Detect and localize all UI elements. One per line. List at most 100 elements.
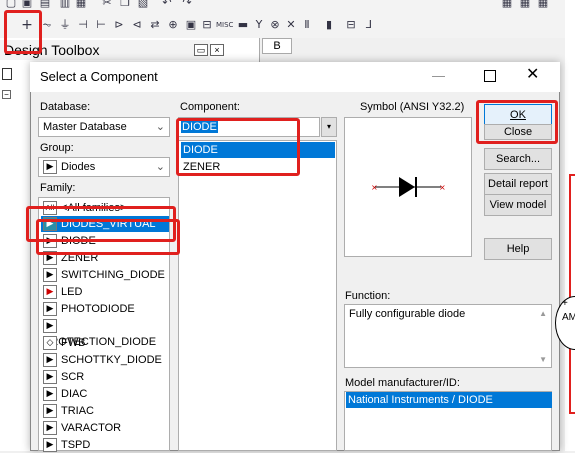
mixed-icon[interactable]: MISC bbox=[216, 18, 233, 32]
main-toolbar: ▢ ▣ ▤ ▥ ▦ ✂ ❐ ▧ ↶ ↷ ▦ ▦ ▦ + ⏦ ⏚ ⊣ ⊢ ⊳ ⊲ … bbox=[0, 0, 575, 38]
misc-digital-icon[interactable]: ⊟ bbox=[200, 18, 214, 32]
schematic-wire bbox=[569, 174, 575, 414]
toolbar-row-2: + ⏦ ⏚ ⊣ ⊢ ⊳ ⊲ ⇄ ⊕ ▣ ⊟ MISC ▬ Y ⊗ ✕ Ⅱ ▮ ⊟… bbox=[0, 14, 575, 36]
detail-report-button[interactable]: Detail report bbox=[484, 173, 552, 195]
family-item[interactable]: ▶ DIAC bbox=[41, 386, 87, 402]
panel-restore-icon[interactable]: ▭ bbox=[194, 44, 208, 56]
model-item[interactable]: National Instruments / DIODE bbox=[346, 392, 552, 408]
search-button[interactable]: Search... bbox=[484, 148, 552, 170]
minimize-icon[interactable]: — bbox=[432, 68, 448, 84]
triac-icon: ▶ bbox=[43, 404, 57, 419]
cmos-icon[interactable]: ⇄ bbox=[148, 18, 162, 32]
function-value: Fully configurable diode bbox=[349, 308, 466, 320]
window-icon[interactable]: ▦ bbox=[500, 0, 514, 10]
family-item[interactable]: ▶ LED bbox=[41, 284, 82, 300]
print-icon[interactable]: ▥ bbox=[58, 0, 72, 10]
family-item[interactable]: ◇ FWB bbox=[41, 335, 85, 351]
schottky-icon: ▶ bbox=[43, 353, 57, 368]
help-button[interactable]: Help bbox=[484, 238, 552, 260]
group-select[interactable]: ▶ Diodes ⌄ bbox=[38, 157, 170, 177]
switching-diode-icon: ▶ bbox=[43, 268, 57, 283]
diodes-group-icon: ▶ bbox=[43, 160, 57, 175]
component-label: Component: bbox=[180, 101, 240, 113]
led-icon: ▶ bbox=[43, 285, 57, 300]
ttl-icon[interactable]: ⊲ bbox=[130, 18, 144, 32]
symbol-label: Symbol (ANSI Y32.2) bbox=[360, 101, 465, 113]
window-icon[interactable]: ▦ bbox=[518, 0, 532, 10]
indicator-icon[interactable]: ▬ bbox=[236, 18, 250, 32]
bridge-icon: ◇ bbox=[43, 336, 57, 351]
transistor-icon[interactable]: ⊢ bbox=[94, 18, 108, 32]
basic-icon[interactable]: ⏚ bbox=[58, 18, 72, 32]
copy-icon[interactable]: ❐ bbox=[118, 0, 132, 10]
family-item[interactable]: ▶ SCR bbox=[41, 369, 84, 385]
tree-icon bbox=[2, 68, 12, 80]
open-icon[interactable]: ▣ bbox=[20, 0, 34, 10]
database-label: Database: bbox=[40, 101, 91, 113]
undo-icon[interactable]: ↶ bbox=[160, 0, 174, 10]
database-select[interactable]: Master Database ⌄ bbox=[38, 117, 170, 137]
view-model-button[interactable]: View model bbox=[484, 194, 552, 216]
power-icon[interactable]: Y bbox=[252, 18, 266, 32]
function-box: Fully configurable diode ▲ ▼ bbox=[344, 304, 552, 368]
family-item[interactable]: ▶ PHOTODIODE bbox=[41, 301, 135, 317]
diac-icon: ▶ bbox=[43, 387, 57, 402]
chevron-down-icon: ⌄ bbox=[155, 161, 165, 173]
photodiode-icon: ▶ bbox=[43, 302, 57, 317]
tspd-icon: ▶ bbox=[43, 438, 57, 453]
protection-diode-icon: ▶ bbox=[43, 319, 57, 334]
component-list[interactable]: DIODE ZENER bbox=[178, 140, 337, 451]
tree-collapse-icon[interactable]: − bbox=[2, 90, 11, 99]
connector-icon[interactable]: ⊟ bbox=[344, 18, 358, 32]
analog-icon[interactable]: ⊳ bbox=[112, 18, 126, 32]
model-list[interactable]: National Instruments / DIODE bbox=[344, 391, 552, 451]
source-icon[interactable]: ⏦ bbox=[40, 18, 54, 32]
mcu-icon[interactable]: ⊕ bbox=[166, 18, 180, 32]
filter-icon[interactable]: ▾ bbox=[321, 117, 337, 137]
database-value: Master Database bbox=[43, 121, 127, 133]
symbol-preview: × × bbox=[344, 117, 472, 257]
advanced-peripherals-icon[interactable]: ▣ bbox=[184, 18, 198, 32]
hierarchical-block-icon[interactable]: ⅃ bbox=[362, 18, 376, 32]
redo-icon[interactable]: ↷ bbox=[180, 0, 194, 10]
highlight-place-component bbox=[4, 10, 42, 54]
highlight-component-input bbox=[176, 118, 300, 176]
ni-components-icon[interactable]: ▮ bbox=[322, 18, 336, 32]
window-icon[interactable]: ▦ bbox=[536, 0, 550, 10]
doc-tab[interactable]: B bbox=[262, 38, 292, 54]
rf-icon[interactable]: ✕ bbox=[284, 18, 298, 32]
highlight-family-item-2 bbox=[36, 219, 180, 255]
family-item[interactable]: ▶PROTECTION_DIODE bbox=[41, 318, 169, 348]
family-item[interactable]: ▶ VARACTOR bbox=[41, 420, 121, 436]
scroll-up-icon[interactable]: ▲ bbox=[539, 309, 547, 318]
group-label: Group: bbox=[40, 142, 74, 154]
family-item[interactable]: ▶ TRIAC bbox=[41, 403, 94, 419]
diode-symbol-icon: × × bbox=[371, 177, 446, 197]
highlight-ok-button bbox=[476, 100, 558, 144]
paste-icon[interactable]: ▧ bbox=[136, 0, 150, 10]
diode-icon[interactable]: ⊣ bbox=[76, 18, 90, 32]
group-value: Diodes bbox=[61, 161, 96, 173]
dialog-title: Select a Component bbox=[30, 62, 560, 92]
family-label: Family: bbox=[40, 182, 76, 194]
save-icon[interactable]: ▤ bbox=[38, 0, 52, 10]
svg-text:×: × bbox=[371, 183, 378, 192]
varactor-icon: ▶ bbox=[43, 421, 57, 436]
print-preview-icon[interactable]: ▦ bbox=[74, 0, 88, 10]
scroll-down-icon[interactable]: ▼ bbox=[539, 355, 547, 364]
scr-icon: ▶ bbox=[43, 370, 57, 385]
function-label: Function: bbox=[345, 290, 391, 302]
family-item[interactable]: ▶ SCHOTTKY_DIODE bbox=[41, 352, 162, 368]
family-item[interactable]: ▶ SWITCHING_DIODE bbox=[41, 267, 165, 283]
panel-close-icon[interactable]: × bbox=[210, 44, 224, 56]
toolbar-row-1: ▢ ▣ ▤ ▥ ▦ ✂ ❐ ▧ ↶ ↷ ▦ ▦ ▦ bbox=[0, 0, 575, 14]
svg-text:×: × bbox=[439, 183, 446, 192]
cut-icon[interactable]: ✂ bbox=[100, 0, 114, 10]
new-icon[interactable]: ▢ bbox=[4, 0, 18, 10]
maximize-icon[interactable] bbox=[484, 70, 496, 82]
misc-icon[interactable]: ⊗ bbox=[268, 18, 282, 32]
chevron-down-icon: ⌄ bbox=[155, 121, 165, 133]
model-label: Model manufacturer/ID: bbox=[345, 377, 460, 389]
electromechanical-icon[interactable]: Ⅱ bbox=[300, 18, 314, 32]
close-icon[interactable]: ✕ bbox=[526, 66, 542, 84]
